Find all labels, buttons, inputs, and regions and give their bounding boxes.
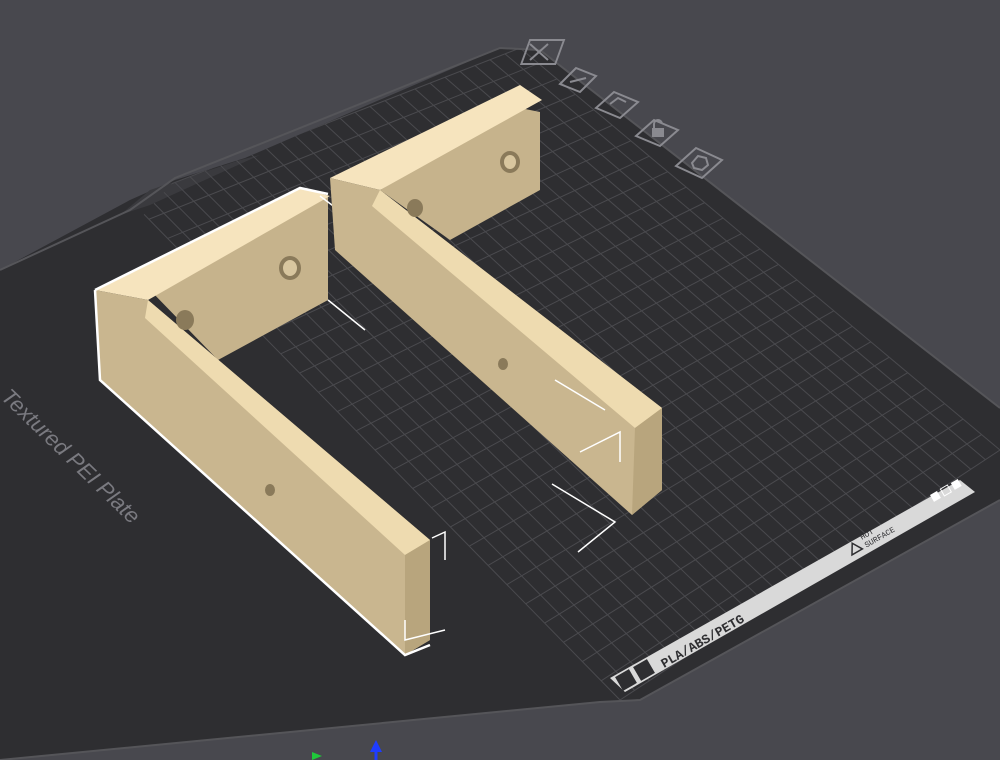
mount-hole-5: [407, 199, 423, 217]
y-axis-arrow-icon: [312, 752, 322, 760]
3d-viewport[interactable]: Textured PEI Plate PLA/ABS/PETG HOT SURF…: [0, 0, 1000, 760]
model-left-end: [405, 540, 430, 655]
axis-gizmo: [312, 740, 382, 760]
mount-hole-3: [265, 484, 275, 496]
mount-hole-2: [176, 310, 194, 330]
mount-hole-6: [498, 358, 508, 370]
build-plate-scene[interactable]: Textured PEI Plate PLA/ABS/PETG HOT SURF…: [0, 0, 1000, 760]
